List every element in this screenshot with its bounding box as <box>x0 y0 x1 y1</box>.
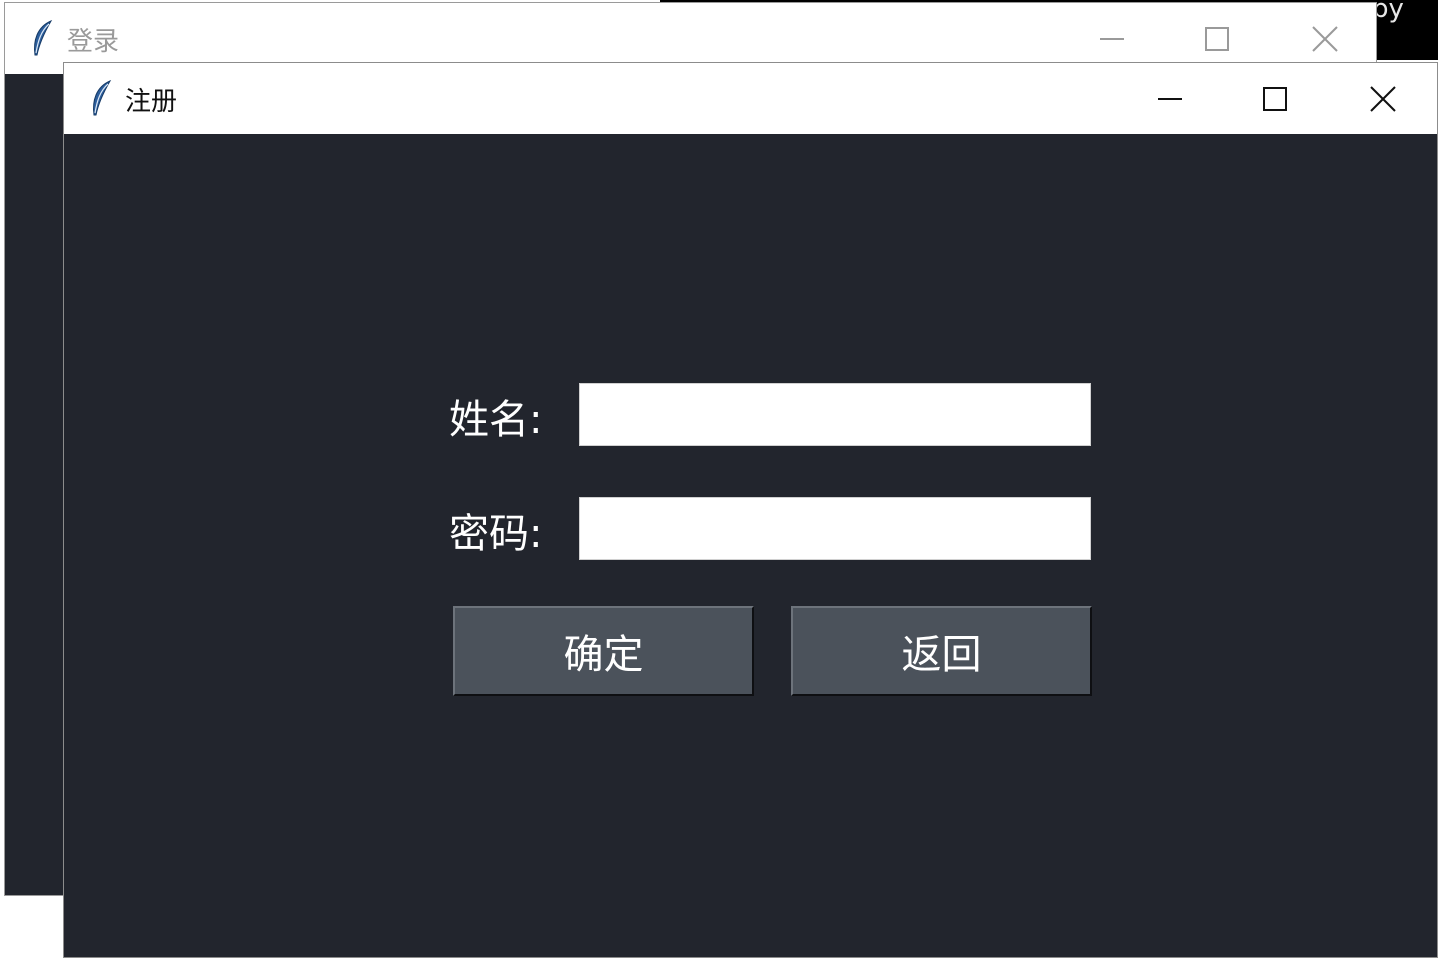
name-label: 姓名: <box>449 397 543 443</box>
register-window-titlebar[interactable]: 注册 <box>64 63 1437 134</box>
maximize-icon[interactable] <box>1195 17 1239 61</box>
confirm-button[interactable]: 确定 <box>453 606 754 696</box>
back-button[interactable]: 返回 <box>791 606 1092 696</box>
password-input[interactable] <box>579 497 1091 560</box>
feather-icon <box>93 79 112 116</box>
maximize-icon[interactable] <box>1253 77 1297 121</box>
name-input[interactable] <box>579 383 1091 446</box>
feather-icon <box>34 19 53 56</box>
confirm-button-label: 确定 <box>563 632 644 678</box>
close-icon[interactable] <box>1361 77 1405 121</box>
register-window-title: 注册 <box>125 87 178 117</box>
register-window: 注册 姓名: 密码: 确定 返回 <box>63 62 1438 958</box>
password-label: 密码: <box>449 511 543 557</box>
minimize-icon[interactable] <box>1148 77 1192 121</box>
close-icon[interactable] <box>1303 17 1347 61</box>
back-button-label: 返回 <box>901 632 982 678</box>
login-window-title: 登录 <box>67 27 120 57</box>
minimize-icon[interactable] <box>1090 17 1134 61</box>
